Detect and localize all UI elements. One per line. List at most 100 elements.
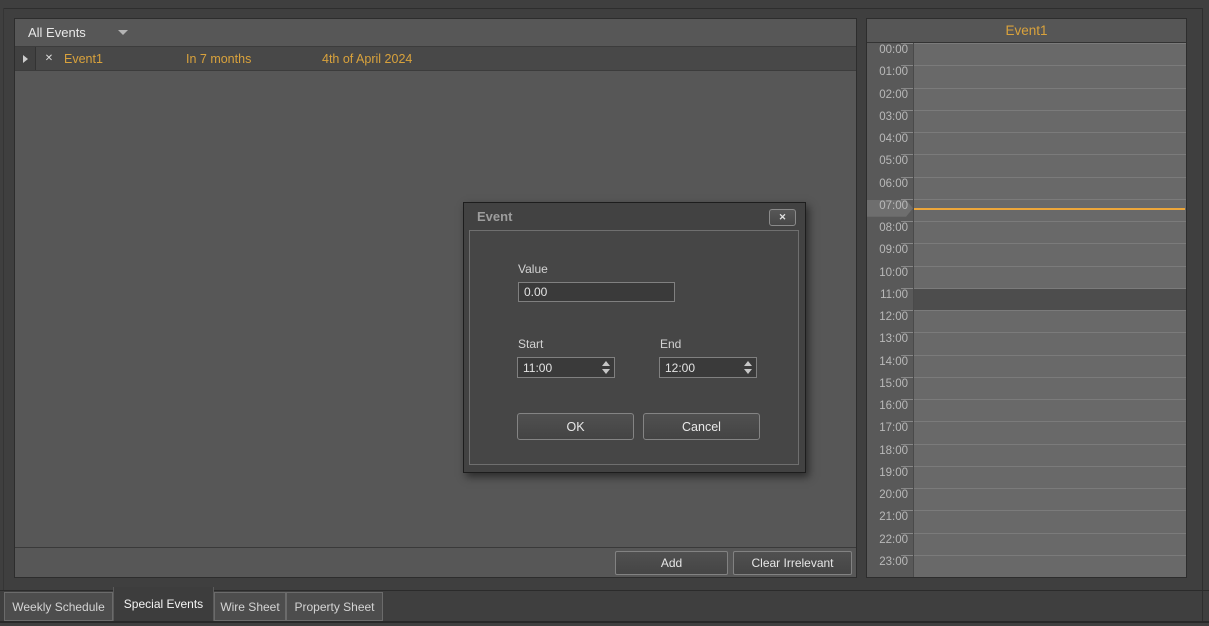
hour-label: 10:00 [867, 266, 914, 288]
hour-cell[interactable] [914, 421, 1186, 443]
hour-cell[interactable] [914, 243, 1186, 265]
hour-label: 06:00 [867, 177, 914, 199]
hour-label: 19:00 [867, 466, 914, 488]
hour-label: 20:00 [867, 488, 914, 510]
hour-label: 17:00 [867, 421, 914, 443]
hour-label: 13:00 [867, 332, 914, 354]
tab-special-events[interactable]: Special Events [113, 587, 214, 621]
events-filter-dropdown[interactable]: All Events [28, 25, 128, 40]
hour-row-1800[interactable]: 18:00 [867, 444, 1186, 466]
window-frame-top [3, 8, 1203, 9]
hour-cell[interactable] [914, 266, 1186, 288]
hour-row-0100[interactable]: 01:00 [867, 65, 1186, 87]
tab-weekly-schedule[interactable]: Weekly Schedule [4, 592, 113, 621]
hour-row-0200[interactable]: 02:00 [867, 88, 1186, 110]
row-expander[interactable] [15, 47, 36, 70]
day-schedule-panel: Event1 00:0001:0002:0003:0004:0005:0006:… [866, 18, 1187, 578]
hour-row-0300[interactable]: 03:00 [867, 110, 1186, 132]
hour-cell[interactable] [914, 65, 1186, 87]
hour-label: 23:00 [867, 555, 914, 577]
hour-cell[interactable] [914, 177, 1186, 199]
start-label: Start [518, 337, 543, 351]
hour-row-2200[interactable]: 22:00 [867, 533, 1186, 555]
hour-cell[interactable] [914, 132, 1186, 154]
hour-row-1400[interactable]: 14:00 [867, 355, 1186, 377]
end-time-stepper [659, 357, 757, 378]
hour-label: 01:00 [867, 65, 914, 87]
hour-cell-highlighted[interactable] [914, 288, 1186, 310]
event-summary: In 7 months [186, 47, 251, 70]
hour-cell[interactable] [914, 555, 1186, 577]
tab-wire-sheet[interactable]: Wire Sheet [214, 592, 286, 621]
hour-label-marker: 07:00 [867, 199, 914, 221]
hour-row-2000[interactable]: 20:00 [867, 488, 1186, 510]
spin-down-icon[interactable] [744, 369, 752, 374]
event-name: Event1 [64, 47, 103, 70]
ok-button[interactable]: OK [517, 413, 634, 440]
hour-cell[interactable] [914, 154, 1186, 176]
add-button[interactable]: Add [615, 551, 728, 575]
tab-property-sheet[interactable]: Property Sheet [286, 592, 383, 621]
hour-label: 03:00 [867, 110, 914, 132]
time-marker-line [914, 208, 1185, 210]
hour-row-0900[interactable]: 09:00 [867, 243, 1186, 265]
schedule-window: All Events ✕ Event1 In 7 months 4th of A… [0, 0, 1209, 626]
hour-cell[interactable] [914, 355, 1186, 377]
hour-row-1600[interactable]: 16:00 [867, 399, 1186, 421]
hour-row-0500[interactable]: 05:00 [867, 154, 1186, 176]
hour-label: 08:00 [867, 221, 914, 243]
hour-cell[interactable] [914, 399, 1186, 421]
hour-row-2100[interactable]: 21:00 [867, 510, 1186, 532]
hour-cell[interactable] [914, 332, 1186, 354]
hour-cell[interactable] [914, 199, 1186, 221]
hour-cell[interactable] [914, 310, 1186, 332]
hour-label: 16:00 [867, 399, 914, 421]
hour-row-1500[interactable]: 15:00 [867, 377, 1186, 399]
hour-row-1100[interactable]: 11:00 [867, 288, 1186, 310]
hour-cell[interactable] [914, 110, 1186, 132]
hour-label: 00:00 [867, 43, 914, 65]
hour-cell[interactable] [914, 43, 1186, 65]
hour-cell[interactable] [914, 466, 1186, 488]
dialog-close-button[interactable]: ✕ [769, 209, 796, 226]
hour-row-0600[interactable]: 06:00 [867, 177, 1186, 199]
hour-cell[interactable] [914, 510, 1186, 532]
hour-row-1000[interactable]: 10:00 [867, 266, 1186, 288]
hour-label: 22:00 [867, 533, 914, 555]
value-label: Value [518, 262, 548, 276]
hour-label: 05:00 [867, 154, 914, 176]
event-row[interactable]: ✕ Event1 In 7 months 4th of April 2024 [15, 47, 856, 71]
hour-row-1200[interactable]: 12:00 [867, 310, 1186, 332]
bottom-edge [0, 621, 1209, 623]
hour-row-0700[interactable]: 07:00 [867, 199, 1186, 221]
hour-label: 21:00 [867, 510, 914, 532]
hour-row-1700[interactable]: 17:00 [867, 421, 1186, 443]
hour-cell[interactable] [914, 88, 1186, 110]
remove-event-icon[interactable]: ✕ [41, 47, 57, 70]
hour-row-1300[interactable]: 13:00 [867, 332, 1186, 354]
dropdown-caret-icon [118, 30, 128, 35]
hour-row-1900[interactable]: 19:00 [867, 466, 1186, 488]
window-frame-left [3, 8, 4, 590]
hour-cell[interactable] [914, 221, 1186, 243]
value-input[interactable] [518, 282, 675, 302]
hour-cell[interactable] [914, 488, 1186, 510]
hour-cell[interactable] [914, 533, 1186, 555]
hour-row-0400[interactable]: 04:00 [867, 132, 1186, 154]
hour-label: 15:00 [867, 377, 914, 399]
day-grid: 00:0001:0002:0003:0004:0005:0006:0007:00… [867, 43, 1186, 577]
spin-up-icon[interactable] [602, 361, 610, 366]
day-schedule-title: Event1 [867, 19, 1186, 43]
hour-cell[interactable] [914, 444, 1186, 466]
hour-cell[interactable] [914, 377, 1186, 399]
clear-irrelevant-button[interactable]: Clear Irrelevant [733, 551, 852, 575]
hour-row-0800[interactable]: 08:00 [867, 221, 1186, 243]
spin-up-icon[interactable] [744, 361, 752, 366]
events-actions-bar: Add Clear Irrelevant [15, 547, 856, 577]
start-time-stepper [517, 357, 615, 378]
hour-label: 12:00 [867, 310, 914, 332]
cancel-button[interactable]: Cancel [643, 413, 760, 440]
hour-row-2300[interactable]: 23:00 [867, 555, 1186, 577]
hour-row-0000[interactable]: 00:00 [867, 43, 1186, 65]
spin-down-icon[interactable] [602, 369, 610, 374]
